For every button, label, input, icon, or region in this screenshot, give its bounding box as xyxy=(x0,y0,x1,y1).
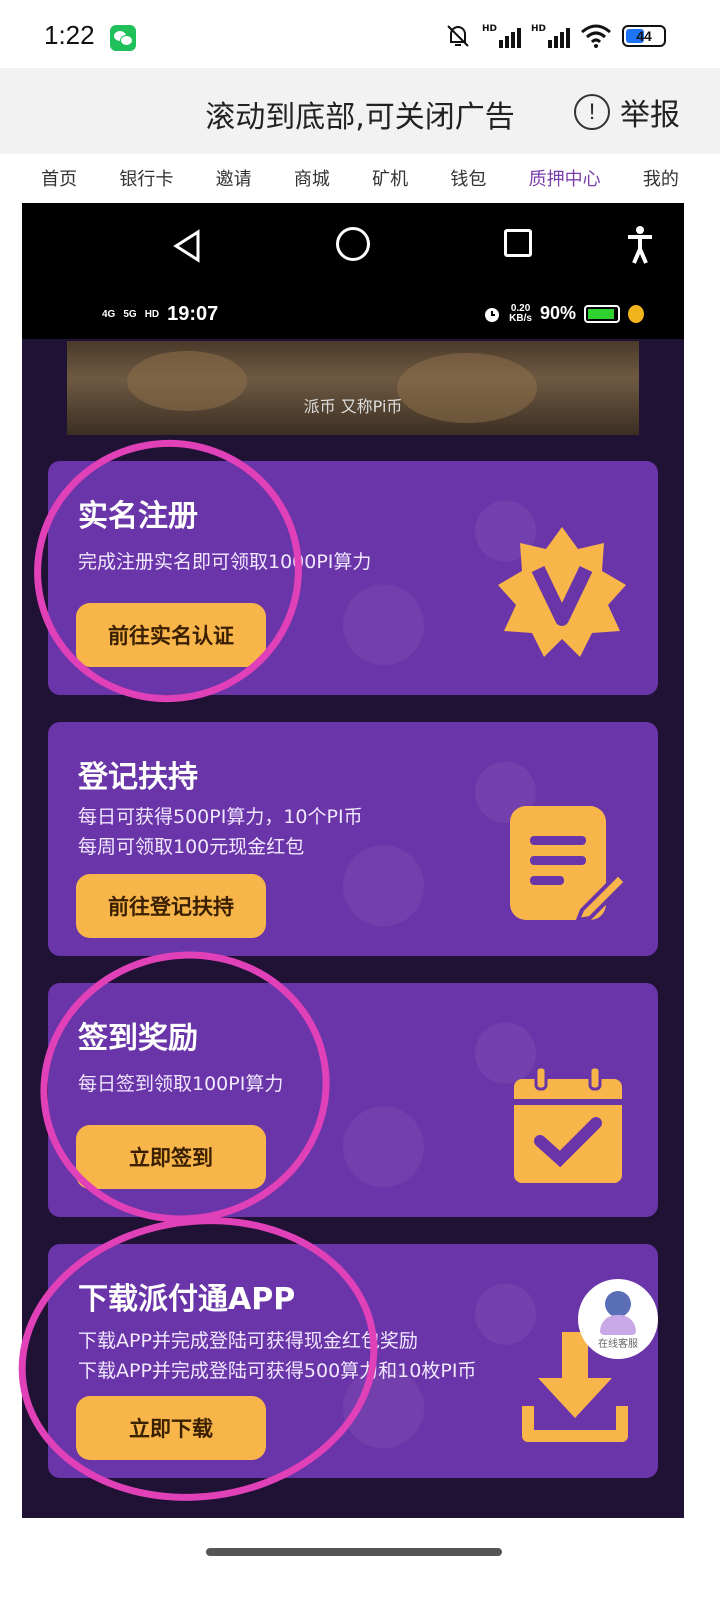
inner-battery-percent: 90% xyxy=(539,303,576,323)
wechat-notification-icon xyxy=(110,25,136,51)
mute-bell-icon xyxy=(447,25,469,47)
card-desc: 每日可获得500PI算力，10个PI币 每周可领取100元现金红包 xyxy=(78,806,363,858)
nav-item-staking-center[interactable]: 质押中心 xyxy=(529,165,601,205)
status-bar: 1:22 HD HD 44 xyxy=(0,0,720,72)
customer-service-label: 在线客服 xyxy=(598,1339,638,1350)
card-desc: 下载APP并完成登陆可获得现金红包奖励 下载APP并完成登陆可获得500算力和10… xyxy=(78,1330,477,1382)
document-edit-icon xyxy=(510,806,629,923)
signal-icon-1: HD xyxy=(482,24,521,48)
nav-item-bank-card[interactable]: 银行卡 xyxy=(119,165,173,205)
nav-item-miner[interactable]: 矿机 xyxy=(372,165,408,205)
alarm-icon xyxy=(485,307,500,322)
status-time: 1:22 xyxy=(44,20,95,50)
customer-service-button[interactable]: 在线客服 xyxy=(578,1279,658,1359)
home-circle-icon xyxy=(336,227,370,261)
recent-square-icon xyxy=(504,229,532,257)
inner-battery-icon xyxy=(584,304,620,323)
avatar-icon xyxy=(605,1291,631,1317)
card-desc: 每日签到领取100PI算力 xyxy=(78,1073,284,1095)
charging-bolt-icon xyxy=(628,304,644,323)
check-in-button[interactable]: 立即签到 xyxy=(76,1125,266,1189)
card-title: 登记扶持 xyxy=(78,760,198,795)
inner-status-left: 4G 5G HD 19:07 xyxy=(102,303,219,325)
inner-nav-bar: 4G 5G HD 19:07 0.20 KB/s 90% xyxy=(22,203,684,339)
inner-status-right: 0.20 KB/s 90% xyxy=(483,303,644,324)
video-caption: 派币 又称Pi币 xyxy=(303,397,403,416)
home-indicator[interactable] xyxy=(206,1548,502,1556)
nav-item-home[interactable]: 首页 xyxy=(41,165,77,205)
card-desc: 完成注册实名即可领取1000PI算力 xyxy=(78,551,372,573)
report-label: 举报 xyxy=(620,98,680,133)
card-registration-support: 登记扶持 每日可获得500PI算力，10个PI币 每周可领取100元现金红包 前往… xyxy=(48,722,658,956)
status-icons: HD HD 44 xyxy=(444,22,666,50)
report-button[interactable]: ! 举报 xyxy=(574,90,680,134)
embedded-screenshot: 4G 5G HD 19:07 0.20 KB/s 90% 派币 又称Pi币 实名注… xyxy=(22,203,684,1518)
inner-time: 19:07 xyxy=(167,303,219,325)
ad-bar: 滚动到底部,可关闭广告 ! 举报 xyxy=(0,68,720,154)
card-checkin-reward: 签到奖励 每日签到领取100PI算力 立即签到 xyxy=(48,983,658,1217)
nav-item-mine[interactable]: 我的 xyxy=(643,165,679,205)
nav-item-mall[interactable]: 商城 xyxy=(294,165,330,205)
exclamation-icon: ! xyxy=(574,94,610,130)
calendar-check-icon xyxy=(514,1065,622,1183)
video-banner[interactable]: 派币 又称Pi币 xyxy=(67,341,639,435)
card-title: 下载派付通APP xyxy=(78,1282,296,1317)
verify-identity-button[interactable]: 前往实名认证 xyxy=(76,603,266,667)
back-triangle-icon xyxy=(173,229,200,263)
top-nav: 首页 银行卡 邀请 商城 矿机 钱包 质押中心 我的 xyxy=(0,165,720,205)
wifi-icon xyxy=(581,24,611,48)
nav-item-invite[interactable]: 邀请 xyxy=(216,165,252,205)
card-title: 签到奖励 xyxy=(78,1021,198,1056)
card-real-name: 实名注册 完成注册实名即可领取1000PI算力 前往实名认证 xyxy=(48,461,658,695)
download-now-button[interactable]: 立即下载 xyxy=(76,1396,266,1460)
card-download-app: 下载派付通APP 下载APP并完成登陆可获得现金红包奖励 下载APP并完成登陆可获… xyxy=(48,1244,658,1478)
verified-v-badge-icon xyxy=(498,527,626,657)
go-registration-button[interactable]: 前往登记扶持 xyxy=(76,874,266,938)
signal-icon-2: HD xyxy=(531,24,570,48)
card-title: 实名注册 xyxy=(78,499,198,534)
accessibility-icon xyxy=(628,226,652,264)
battery-icon: 44 xyxy=(622,25,666,47)
nav-item-wallet[interactable]: 钱包 xyxy=(450,165,486,205)
